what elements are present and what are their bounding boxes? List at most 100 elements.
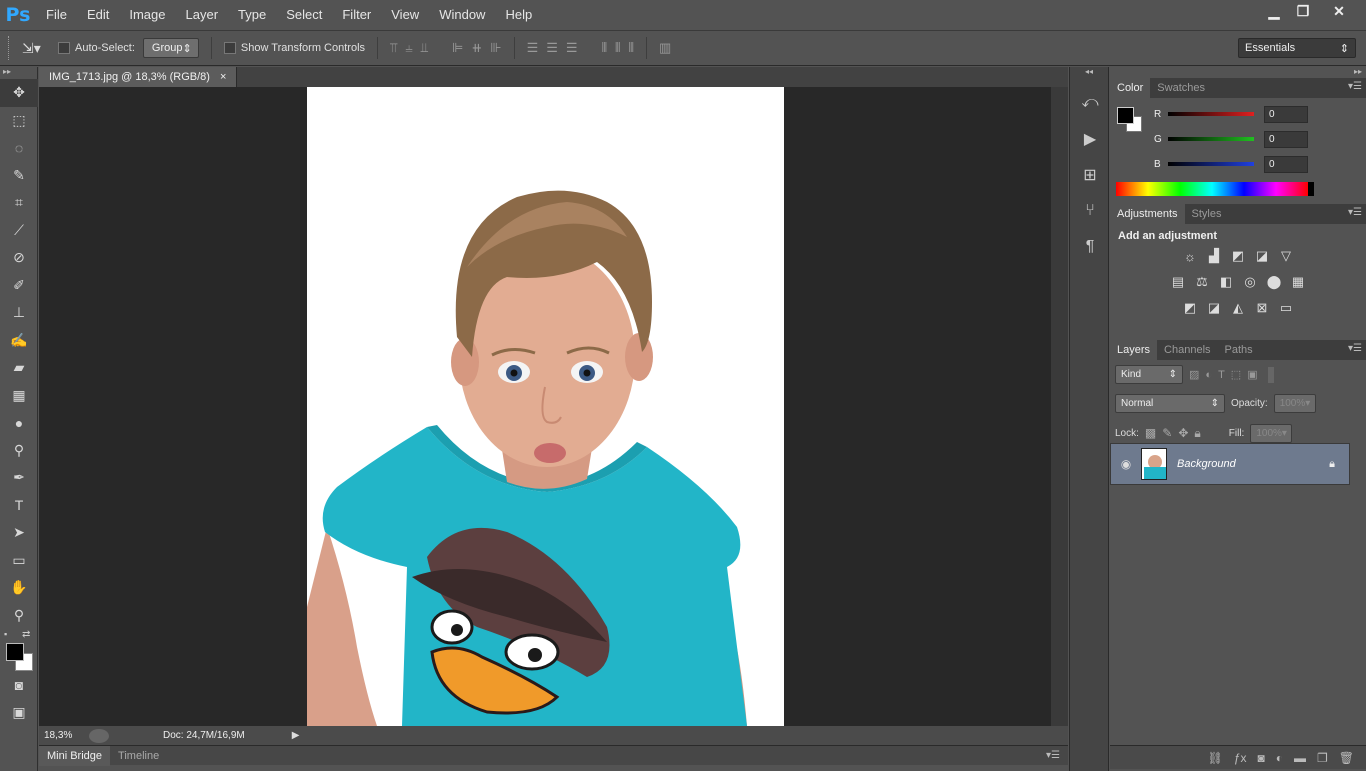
layer-name[interactable]: Background	[1177, 458, 1236, 470]
invert-icon[interactable]: ◩	[1182, 300, 1198, 316]
photo-filter-icon[interactable]: ◎	[1242, 274, 1258, 290]
menu-layer[interactable]: Layer	[176, 0, 229, 30]
align-hcenter-icon[interactable]: ⧺	[471, 40, 482, 56]
layer-style-icon[interactable]: ƒx	[1234, 751, 1247, 765]
menu-image[interactable]: Image	[119, 0, 175, 30]
threshold-icon[interactable]: ◭	[1230, 300, 1246, 316]
new-layer-icon[interactable]: ❐	[1317, 751, 1328, 765]
healing-brush-tool-icon[interactable]: ⊘	[0, 244, 38, 272]
red-value[interactable]: 0	[1264, 105, 1308, 123]
pixel-filter-icon[interactable]: ▨	[1189, 368, 1199, 381]
selective-color-icon[interactable]: ⊠	[1254, 300, 1270, 316]
align-bottom-icon[interactable]: ⫫	[421, 40, 428, 56]
panel-menu-icon[interactable]: ▾☰	[1348, 343, 1362, 354]
green-slider[interactable]	[1168, 137, 1254, 141]
align-right-icon[interactable]: ⊪	[490, 40, 501, 56]
lock-position-icon[interactable]: ✥	[1178, 426, 1188, 440]
history-panel-icon[interactable]: ⤺	[1070, 85, 1110, 121]
clone-stamp-tool-icon[interactable]: ⊥	[0, 299, 38, 327]
show-transform-checkbox[interactable]	[223, 42, 236, 54]
panel-menu-icon[interactable]: ▾☰	[1348, 81, 1362, 92]
menu-select[interactable]: Select	[276, 0, 332, 30]
distribute-left-icon[interactable]: ⫴	[602, 40, 607, 56]
move-tool-icon[interactable]: ✥	[0, 79, 38, 107]
link-layers-icon[interactable]: ⛓	[1208, 751, 1223, 765]
add-mask-icon[interactable]: ◙	[1258, 751, 1265, 765]
menu-help[interactable]: Help	[495, 0, 542, 30]
align-left-icon[interactable]: ⊫	[452, 40, 463, 56]
zoom-level[interactable]: 18,3%	[39, 730, 83, 741]
brush-panel-icon[interactable]: ⑂	[1070, 193, 1110, 229]
auto-align-icon[interactable]: ▥	[659, 40, 671, 56]
distribute-top-icon[interactable]: ☰	[527, 40, 539, 56]
workspace-dropdown[interactable]: Essentials ⇕	[1238, 38, 1356, 58]
tab-mini-bridge[interactable]: Mini Bridge	[39, 745, 111, 766]
history-brush-tool-icon[interactable]: ✍	[0, 327, 38, 355]
marquee-tool-icon[interactable]: ⬚	[0, 107, 38, 135]
eraser-tool-icon[interactable]: ▰	[0, 354, 38, 382]
lock-all-icon[interactable]: 🔒︎	[1194, 426, 1200, 441]
rectangle-tool-icon[interactable]: ▭	[0, 547, 38, 575]
filter-toggle[interactable]	[1267, 366, 1274, 383]
paragraph-panel-icon[interactable]: ¶	[1070, 229, 1110, 265]
foreground-swatch[interactable]	[1117, 107, 1134, 124]
smart-object-filter-icon[interactable]: ▣	[1247, 368, 1257, 381]
path-selection-tool-icon[interactable]: ➤	[0, 519, 38, 547]
shape-filter-icon[interactable]: ⬚	[1231, 368, 1241, 381]
vibrance-icon[interactable]: ▽	[1278, 248, 1294, 264]
exposure-icon[interactable]: ◪	[1254, 248, 1270, 264]
lock-pixels-icon[interactable]: ✎	[1162, 426, 1172, 440]
default-colors-icon[interactable]: ▪	[4, 629, 7, 639]
tab-timeline[interactable]: Timeline	[110, 746, 167, 766]
red-slider[interactable]	[1168, 112, 1254, 116]
blue-slider[interactable]	[1168, 162, 1254, 166]
new-group-icon[interactable]: ▬	[1294, 751, 1306, 765]
vertical-scrollbar[interactable]	[1051, 87, 1068, 726]
blue-value[interactable]: 0	[1264, 155, 1308, 173]
restore-button[interactable]: ❐	[1288, 0, 1318, 22]
document-tab[interactable]: IMG_1713.jpg @ 18,3% (RGB/8) ×	[39, 67, 238, 87]
brightness-contrast-icon[interactable]: ☼	[1182, 248, 1198, 264]
lasso-tool-icon[interactable]: ◌	[0, 134, 38, 162]
tab-adjustments[interactable]: Adjustments	[1110, 204, 1185, 224]
swap-colors-icon[interactable]: ⇄	[22, 629, 30, 640]
visibility-eye-icon[interactable]: ◉	[1111, 457, 1141, 471]
gradient-tool-icon[interactable]: ▦	[0, 382, 38, 410]
tab-color[interactable]: Color	[1110, 78, 1151, 98]
distribute-vcenter-icon[interactable]: ☰	[546, 40, 558, 56]
align-vcenter-icon[interactable]: ⫨	[405, 40, 412, 56]
collapse-toolbox-icon[interactable]: ▸▸	[0, 67, 37, 79]
document-canvas[interactable]	[307, 87, 784, 726]
menu-edit[interactable]: Edit	[77, 0, 119, 30]
opacity-field[interactable]: 100% ▾	[1273, 394, 1316, 413]
panel-menu-icon[interactable]: ▾☰	[1348, 207, 1362, 218]
tab-styles[interactable]: Styles	[1185, 204, 1229, 224]
posterize-icon[interactable]: ◪	[1206, 300, 1222, 316]
crop-tool-icon[interactable]: ⌗	[0, 189, 38, 217]
distribute-right-icon[interactable]: ⫴	[629, 40, 634, 56]
type-filter-icon[interactable]: T	[1218, 369, 1225, 381]
adjustment-filter-icon[interactable]: ◐	[1205, 369, 1212, 381]
distribute-hcenter-icon[interactable]: ⫴	[615, 40, 620, 56]
pen-tool-icon[interactable]: ✒	[0, 464, 38, 492]
type-tool-icon[interactable]: T	[0, 492, 38, 520]
menu-filter[interactable]: Filter	[332, 0, 381, 30]
color-balance-icon[interactable]: ⚖	[1194, 274, 1210, 290]
blur-tool-icon[interactable]: ●	[0, 409, 38, 437]
menu-window[interactable]: Window	[429, 0, 495, 30]
auto-select-checkbox[interactable]	[58, 42, 70, 54]
canvas-area[interactable]	[39, 87, 1051, 726]
foreground-color-swatch[interactable]	[6, 643, 24, 661]
auto-select-dropdown[interactable]: Group ⇕	[142, 38, 199, 58]
eyedropper-tool-icon[interactable]: ⟋	[0, 217, 38, 245]
menu-file[interactable]: File	[36, 0, 77, 30]
channel-mixer-icon[interactable]: ⬤	[1266, 274, 1282, 290]
distribute-bottom-icon[interactable]: ☰	[566, 40, 578, 56]
panel-menu-icon[interactable]: ▾☰	[1046, 750, 1060, 761]
layer-row-background[interactable]: ◉ Background 🔒︎	[1110, 443, 1350, 485]
hand-tool-icon[interactable]: ✋	[0, 574, 38, 602]
tab-layers[interactable]: Layers	[1110, 340, 1158, 360]
menu-type[interactable]: Type	[228, 0, 276, 30]
move-tool-preset-icon[interactable]: ⇲▾	[22, 40, 58, 57]
color-spectrum-ramp[interactable]	[1116, 182, 1314, 196]
